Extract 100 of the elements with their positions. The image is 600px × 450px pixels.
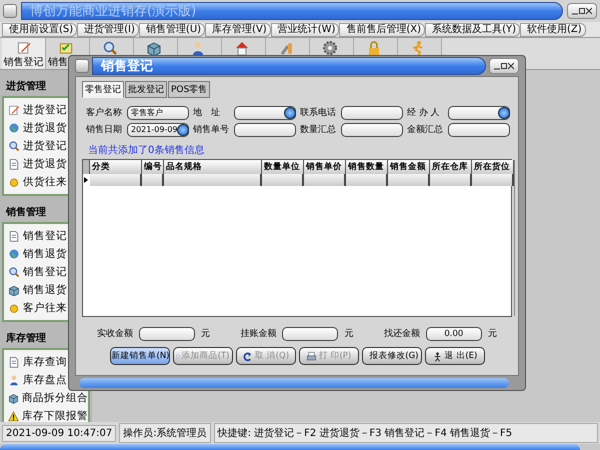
sidebar-item[interactable]: 进货登记	[4, 137, 88, 155]
globe-icon	[8, 122, 20, 134]
coin-icon	[8, 176, 20, 188]
dropdown-button[interactable]	[284, 107, 296, 119]
menu-item[interactable]: 系统数据及工具(Y)	[425, 22, 520, 36]
input-field[interactable]	[448, 106, 510, 120]
sidebar-item[interactable]: 库存下限报警	[4, 407, 88, 422]
sidebar-item[interactable]: 销售退货	[4, 281, 88, 299]
column-header[interactable]: 所在仓库	[430, 160, 472, 174]
action-button[interactable]: 报表修改(G)	[362, 347, 422, 365]
column-header[interactable]: 销售数量	[346, 160, 388, 174]
unit-label: 元	[344, 328, 354, 340]
sidebar-item[interactable]: 库存盘点	[4, 371, 88, 389]
toolbar-button[interactable]: 销售登记	[2, 38, 46, 69]
input-field[interactable]: 2021-09-09	[127, 123, 189, 137]
menu-item[interactable]: 软件使用(Z)	[520, 22, 586, 36]
menu-item[interactable]: 售前售后管理(X)	[339, 22, 426, 36]
document-icon	[8, 230, 20, 242]
group-heading: 库存管理	[5, 331, 47, 346]
dropdown-button[interactable]	[498, 107, 510, 119]
sidebar-item[interactable]: 客户往来	[4, 299, 88, 317]
field-label: 经 办 人	[407, 107, 441, 119]
maximize-icon[interactable]	[579, 7, 585, 15]
dropdown-button[interactable]	[177, 124, 189, 136]
search-icon	[8, 266, 20, 278]
sidebar-item[interactable]: 库存查询	[4, 353, 88, 371]
close-icon[interactable]	[586, 7, 592, 15]
pencil-icon	[8, 104, 20, 116]
input-field[interactable]	[282, 327, 338, 341]
sidebar-item[interactable]: 商品拆分组合	[4, 389, 88, 407]
column-header[interactable]: 品名规格	[164, 160, 262, 174]
table-cell[interactable]	[388, 174, 430, 186]
field-label: 客户名称	[86, 107, 123, 119]
table-cell[interactable]	[304, 174, 346, 186]
action-button[interactable]: 退 出(E)	[424, 347, 484, 365]
input-field[interactable]	[341, 123, 403, 137]
field-label: 实收金额	[97, 328, 134, 340]
menu-item[interactable]: 使用前设置(S)	[2, 22, 78, 36]
menu-item[interactable]: 营业统计(W)	[270, 22, 340, 36]
table-cell[interactable]	[430, 174, 472, 186]
field-label: 销售日期	[86, 124, 123, 136]
field-label: 数量汇总	[300, 124, 337, 136]
search-icon	[8, 140, 20, 152]
person-icon	[190, 40, 206, 56]
sidebar-item[interactable]: 供货往来	[4, 173, 88, 191]
window-title: 博创万能商业进销存(演示版)	[30, 3, 196, 20]
column-header[interactable]: 销售金额	[388, 160, 430, 174]
document-icon	[8, 158, 20, 170]
coin-icon	[8, 302, 20, 314]
unit-label: 元	[201, 328, 210, 340]
tab[interactable]: 零售登记	[82, 81, 124, 98]
undo-arrow-icon	[242, 350, 253, 362]
column-header[interactable]: 所在货位	[472, 160, 514, 174]
table-cell[interactable]	[90, 174, 142, 186]
menu-item[interactable]: 库存管理(V)	[205, 22, 271, 36]
table-cell[interactable]	[346, 174, 388, 186]
sidebar-item[interactable]: 销售登记	[4, 227, 88, 245]
status-text: 操作员:系统管理员	[119, 423, 211, 443]
column-header[interactable]: 分类	[90, 160, 142, 174]
column-header[interactable]: 数量单位	[262, 160, 304, 174]
sidebar-item[interactable]: 进货退货	[4, 155, 88, 173]
menu-item[interactable]: 进货管理(I)	[77, 22, 139, 36]
tab[interactable]: 批发登记	[125, 81, 167, 98]
table-cell[interactable]	[262, 174, 304, 186]
row-pointer-icon	[83, 174, 90, 186]
input-field[interactable]: 0.00	[426, 327, 482, 341]
input-field[interactable]	[139, 327, 196, 341]
info-text: 当前共添加了0条销售信息	[88, 144, 206, 157]
input-field[interactable]	[341, 106, 403, 120]
system-menu-button[interactable]	[75, 59, 89, 73]
system-menu-button[interactable]	[3, 4, 17, 18]
input-field[interactable]	[234, 106, 296, 120]
input-field[interactable]: 零售客户	[127, 106, 189, 120]
pencil-icon	[16, 40, 32, 55]
action-button[interactable]: 新建销售单(N)	[110, 347, 170, 365]
menu-item[interactable]: 销售管理(U)	[138, 22, 206, 36]
scrollbar[interactable]	[514, 160, 515, 316]
status-text: 快捷键: 进货登记－F2 进货退货－F3 销售登记－F4 销售退货－F5	[214, 423, 598, 443]
input-field[interactable]	[448, 123, 510, 137]
document-icon	[8, 356, 20, 368]
column-header[interactable]: 销售单价	[304, 160, 346, 174]
table-cell[interactable]	[472, 174, 514, 186]
maximize-icon[interactable]	[501, 62, 507, 70]
box-icon	[8, 392, 19, 404]
box-icon	[8, 284, 20, 296]
search-icon	[102, 40, 118, 56]
sidebar-item[interactable]: 销售登记	[4, 263, 88, 281]
lock-icon	[366, 40, 382, 56]
status-text: 2021-09-09 10:47:07	[2, 424, 116, 442]
tab[interactable]: POS零售	[168, 81, 210, 98]
table-cell[interactable]	[142, 174, 164, 186]
printer-icon	[306, 350, 317, 362]
close-icon[interactable]	[508, 62, 514, 70]
field-label: 金额汇总	[407, 124, 444, 136]
table-cell[interactable]	[164, 174, 262, 186]
sidebar-item[interactable]: 销售退货	[4, 245, 88, 263]
column-header[interactable]: 编号	[142, 160, 164, 174]
unit-label: 元	[488, 328, 497, 340]
globe-icon	[8, 248, 20, 260]
input-field[interactable]	[234, 123, 296, 137]
